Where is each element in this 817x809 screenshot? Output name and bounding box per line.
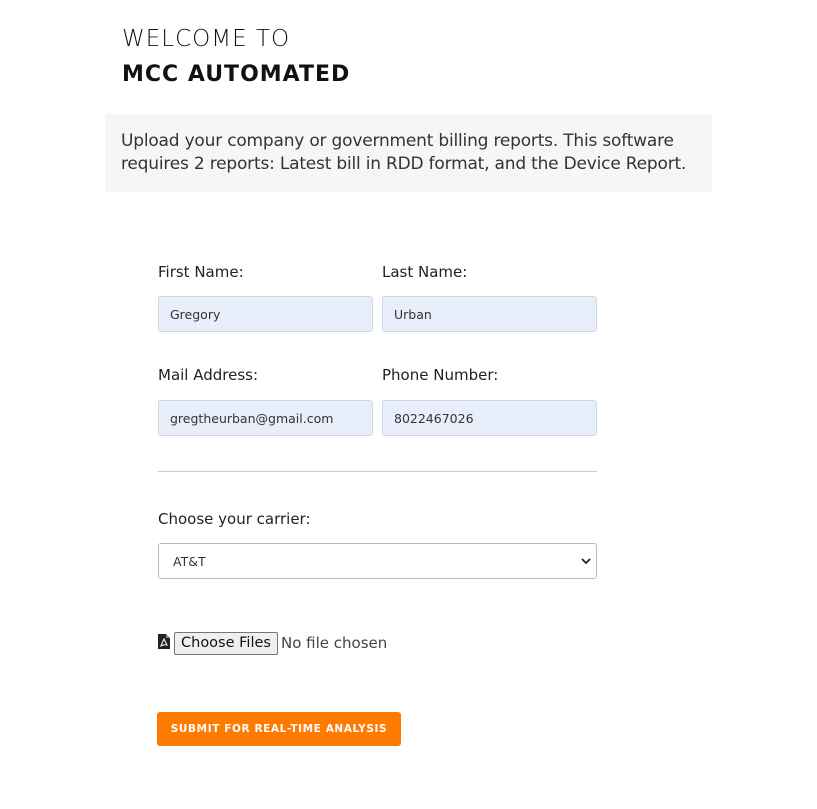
last-name-label: Last Name: bbox=[382, 263, 468, 281]
choose-files-button[interactable]: Choose Files bbox=[174, 632, 278, 655]
file-status-text: No file chosen bbox=[281, 634, 388, 652]
carrier-select[interactable]: AT&T bbox=[158, 543, 597, 579]
intro-text: Upload your company or government billin… bbox=[121, 131, 687, 174]
mail-address-label: Mail Address: bbox=[158, 366, 259, 384]
intro-box: Upload your company or government billin… bbox=[105, 114, 712, 192]
submit-button[interactable]: SUBMIT FOR REAL-TIME ANALYSIS bbox=[157, 712, 401, 746]
welcome-heading: WELCOME TO bbox=[122, 26, 291, 52]
carrier-selected-value: AT&T bbox=[173, 554, 206, 569]
first-name-label: First Name: bbox=[158, 263, 244, 281]
first-name-field[interactable] bbox=[158, 296, 373, 332]
carrier-label: Choose your carrier: bbox=[158, 510, 311, 528]
mail-address-field[interactable] bbox=[158, 400, 373, 436]
app-title: MCC AUTOMATED bbox=[122, 62, 351, 87]
form-divider bbox=[158, 471, 597, 472]
pdf-file-icon bbox=[158, 634, 170, 649]
phone-number-field[interactable] bbox=[382, 400, 597, 436]
chevron-down-icon bbox=[581, 558, 591, 565]
phone-number-label: Phone Number: bbox=[382, 366, 499, 384]
last-name-field[interactable] bbox=[382, 296, 597, 332]
